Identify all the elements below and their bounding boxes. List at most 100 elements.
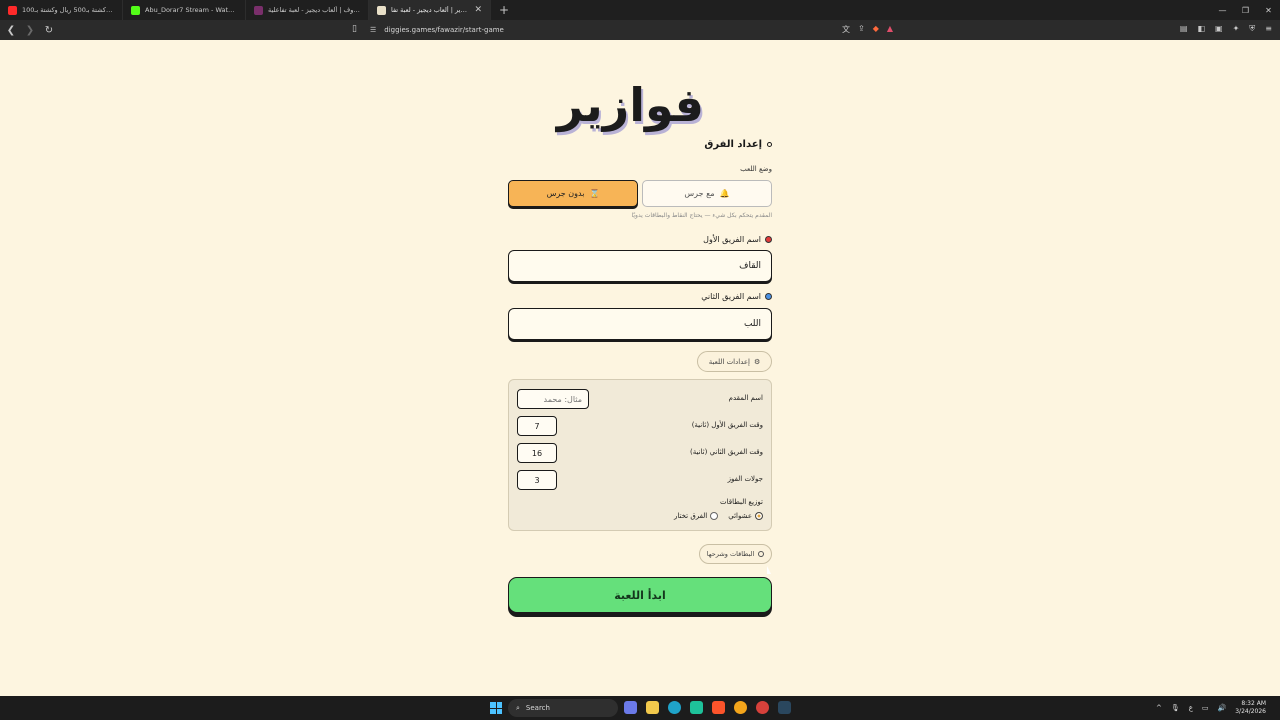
toolbar-right: ▤ ◧ ▣ ✦ ⛨ ≡ — [1180, 24, 1272, 34]
team1-name-input[interactable]: القاف — [508, 250, 772, 282]
radio-random-label: عشوائي — [728, 512, 752, 520]
host-label: اسم المقدم — [728, 394, 763, 402]
discord-icon[interactable] — [734, 701, 747, 714]
team2-color-dot — [765, 293, 772, 300]
tab-title: فالكونز في كشتة بـ500 ريال وكشتة بـ100 — [22, 6, 114, 14]
clock-time: 8:32 AM — [1241, 700, 1266, 707]
sidebar-icon[interactable]: ◧ — [1197, 24, 1205, 34]
circle-icon — [758, 551, 765, 557]
start-game-button[interactable]: ابدأ اللعبة — [508, 577, 772, 613]
clock-date: 3/24/2026 — [1235, 708, 1266, 715]
menu-icon[interactable]: ≡ — [1265, 24, 1272, 34]
second-team-time-input[interactable]: 16 — [517, 443, 557, 463]
mode-selector: بدون جرس ⌛ مع جرس 🔔 — [508, 180, 772, 208]
translate-icon[interactable]: 文 — [842, 24, 850, 35]
team1-name-value: القاف — [739, 261, 761, 271]
diggies-favicon-icon — [254, 5, 263, 15]
mode-with-bell-label: مع جرس — [684, 189, 715, 198]
system-tray: ^ 🎙 ع ▭ 🔊 8:32 AM 3/24/2026 — [1156, 700, 1266, 716]
settings-panel: اسم المقدم مثال: محمد وقت الفريق الأول (… — [508, 379, 772, 531]
leo-ai-icon[interactable]: ✦ — [1233, 24, 1240, 34]
mode-with-bell-button[interactable]: مع جرس 🔔 — [642, 180, 772, 207]
browser-tab-2[interactable]: Abu_Dorar7 Stream - Watch Live on Kick — [123, 0, 246, 20]
team1-label-text: اسم الفريق الأول — [703, 235, 761, 244]
plus-icon[interactable]: + — [491, 3, 517, 17]
game-settings-label: إعدادات اللعبة — [708, 357, 750, 366]
brave-rewards-icon[interactable]: ▲ — [887, 24, 893, 35]
mode-no-bell-label: بدون جرس — [546, 189, 585, 198]
forward-icon[interactable]: ❯ — [22, 25, 38, 36]
file-explorer-icon[interactable] — [646, 701, 659, 714]
steam-icon[interactable] — [778, 701, 791, 714]
vpn-icon[interactable]: ⛨ — [1249, 24, 1255, 34]
reload-icon[interactable]: ↻ — [41, 25, 57, 36]
cards-explanation-toggle[interactable]: البطاقات وشرحها — [699, 544, 772, 564]
page-content: فوازير إعداد الفرق وضع اللعب بدون جرس ⌛ … — [0, 40, 1280, 696]
rounds-input[interactable]: 3 — [517, 470, 557, 490]
volume-icon[interactable]: 🔊 — [1218, 704, 1227, 712]
windows-start-icon[interactable] — [490, 702, 502, 714]
brave-shield-icon[interactable]: ◆ — [873, 24, 879, 35]
bell-icon: 🔔 — [719, 189, 730, 198]
team1-label: اسم الفريق الأول — [508, 235, 772, 244]
app-icon[interactable] — [690, 701, 703, 714]
mode-label: وضع اللعب — [740, 165, 772, 173]
bullet-icon — [767, 142, 772, 147]
widgets-icon[interactable] — [624, 701, 637, 714]
share-icon[interactable]: ⇪ — [858, 24, 865, 35]
mic-icon[interactable]: 🎙 — [1171, 704, 1180, 712]
back-icon[interactable]: ❮ — [3, 25, 19, 36]
game-logo: فوازير — [556, 78, 704, 132]
taskbar-search[interactable]: ⌕ Search — [508, 699, 618, 717]
network-icon[interactable]: ▭ — [1202, 704, 1209, 712]
team2-name-input[interactable]: اللب — [508, 308, 772, 340]
tab-title: لعبة فوازير | ألعاب ديجيز - لعبة تفا — [391, 6, 469, 14]
radio-teams-choose-label: الفرق تختار — [674, 512, 708, 520]
close-tab-icon[interactable]: ✕ — [474, 5, 482, 15]
browser-tab-active[interactable]: لعبة فوازير | ألعاب ديجيز - لعبة تفا ✕ — [369, 0, 491, 20]
minimize-icon[interactable]: — — [1211, 6, 1234, 15]
hourglass-icon: ⌛ — [589, 189, 600, 198]
tab-title: لعبة حروف | ألعاب ديجيز - لعبة تفاعلية — [268, 6, 360, 14]
tab-title: Abu_Dorar7 Stream - Watch Live on Kick — [145, 6, 237, 14]
brave-icon[interactable] — [712, 701, 725, 714]
close-window-icon[interactable]: ✕ — [1257, 6, 1280, 15]
radio-selected-icon — [755, 512, 763, 520]
radio-empty-icon — [710, 512, 719, 520]
kick-favicon-icon — [131, 5, 140, 15]
youtube-favicon-icon — [8, 5, 17, 15]
bookmark-icon[interactable]: ▯ — [352, 24, 357, 34]
chrome-icon[interactable] — [756, 701, 769, 714]
mode-no-bell-button[interactable]: بدون جرس ⌛ — [508, 180, 638, 207]
rounds-label: جولات الفوز — [727, 475, 763, 483]
radio-teams-choose[interactable]: الفرق تختار — [674, 512, 719, 520]
restore-icon[interactable]: ❐ — [1234, 6, 1257, 15]
browser-tab-1[interactable]: فالكونز في كشتة بـ500 ريال وكشتة بـ100 — [0, 0, 123, 20]
host-placeholder: مثال: محمد — [543, 394, 582, 404]
team2-label-text: اسم الفريق الثاني — [701, 292, 761, 301]
first-team-time-input[interactable]: 7 — [517, 416, 557, 436]
first-team-time-label: وقت الفريق الأول (ثانية) — [691, 421, 763, 429]
language-icon[interactable]: ع — [1189, 704, 1193, 712]
host-name-input[interactable]: مثال: محمد — [517, 389, 589, 409]
edge-icon[interactable] — [668, 701, 681, 714]
chevron-up-icon[interactable]: ^ — [1156, 704, 1162, 712]
url-field[interactable]: ☰ diggies.games/fawazir/start-game — [370, 23, 908, 37]
site-settings-icon[interactable]: ☰ — [370, 26, 376, 34]
address-bar-row: ❮ ❯ ↻ ▯ ☰ diggies.games/fawazir/start-ga… — [0, 20, 1280, 40]
section-title: إعداد الفرق — [508, 139, 772, 150]
clock[interactable]: 8:32 AM 3/24/2026 — [1235, 700, 1266, 716]
distribution-label: توزيع البطاقات — [720, 498, 763, 506]
search-icon: ⌕ — [516, 703, 520, 712]
radio-random[interactable]: عشوائي — [728, 512, 763, 520]
cards-explanation-label: البطاقات وشرحها — [706, 550, 755, 558]
windows-taskbar: ⌕ Search ^ 🎙 ع ▭ 🔊 8:32 AM 3/24/2026 — [0, 696, 1280, 720]
wallet-icon[interactable]: ▣ — [1215, 24, 1223, 34]
team1-color-dot — [765, 236, 772, 243]
url-text: diggies.games/fawazir/start-game — [384, 26, 504, 34]
browser-tab-3[interactable]: لعبة حروف | ألعاب ديجيز - لعبة تفاعلية — [246, 0, 369, 20]
section-title-text: إعداد الفرق — [704, 139, 762, 150]
game-settings-toggle[interactable]: ⚙ إعدادات اللعبة — [697, 351, 772, 372]
reader-icon[interactable]: ▤ — [1180, 24, 1188, 34]
distribution-options: عشوائي الفرق تختار — [674, 512, 763, 520]
